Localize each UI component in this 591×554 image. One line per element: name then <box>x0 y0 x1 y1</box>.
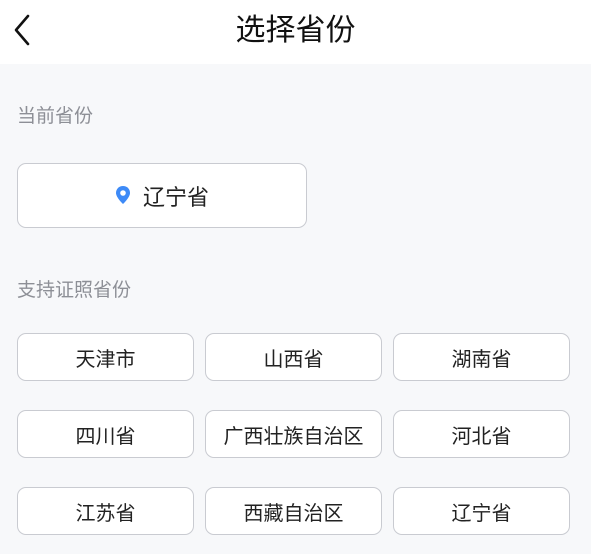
province-button[interactable]: 江苏省 <box>17 487 194 535</box>
province-button[interactable]: 广西壮族自治区 <box>205 410 382 458</box>
province-grid: 天津市 山西省 湖南省 四川省 广西壮族自治区 河北省 江苏省 西藏自治区 辽宁… <box>17 333 571 535</box>
location-pin-icon <box>115 185 131 209</box>
current-province-value: 辽宁省 <box>142 185 209 211</box>
current-province-label: 当前省份 <box>17 105 94 127</box>
current-province-button[interactable]: 辽宁省 <box>17 163 307 228</box>
page-title: 选择省份 <box>235 13 356 48</box>
province-button[interactable]: 河北省 <box>393 410 570 458</box>
province-button[interactable]: 四川省 <box>17 410 194 458</box>
province-button[interactable]: 西藏自治区 <box>205 487 382 535</box>
header-bar: 选择省份 <box>0 0 591 64</box>
supported-provinces-label: 支持证照省份 <box>17 279 132 301</box>
province-button[interactable]: 天津市 <box>17 333 194 381</box>
province-button[interactable]: 湖南省 <box>393 333 570 381</box>
province-button[interactable]: 山西省 <box>205 333 382 381</box>
province-button[interactable]: 辽宁省 <box>393 487 570 535</box>
